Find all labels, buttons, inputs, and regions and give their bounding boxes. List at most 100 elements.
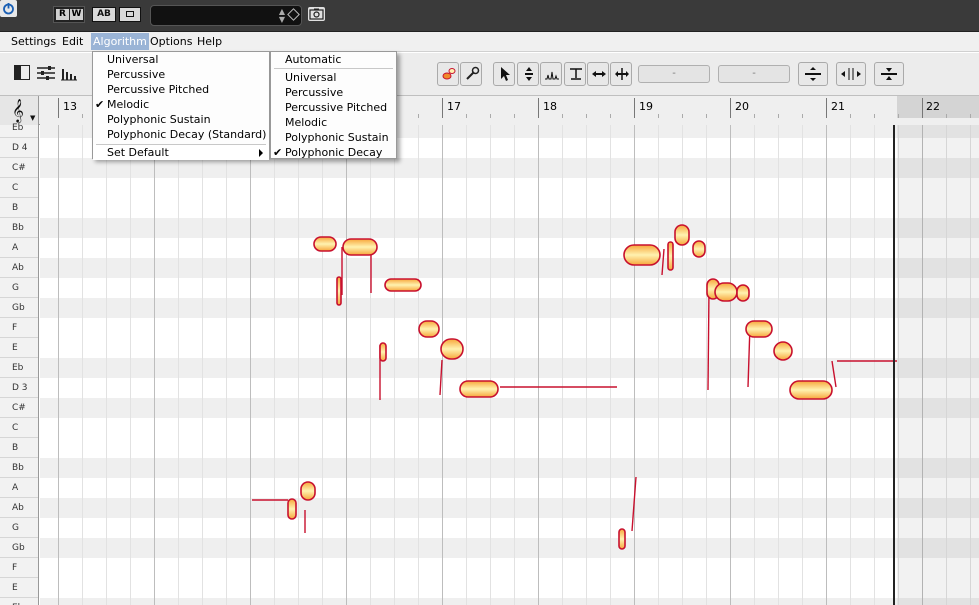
pitch-key-label: Eb <box>0 358 38 378</box>
menu-options[interactable]: Options <box>150 35 192 48</box>
note-blob[interactable] <box>459 380 499 398</box>
note-editor-grid[interactable] <box>40 118 979 605</box>
ruler-bar-tick <box>730 98 731 120</box>
note-blob[interactable] <box>667 241 674 271</box>
pitch-move-tool-button[interactable] <box>517 62 539 86</box>
note-blob[interactable] <box>300 481 316 501</box>
algo-item-polyphonic-decay-standard[interactable]: Polyphonic Decay (Standard) <box>93 127 269 142</box>
pitch-key-label: D 4 <box>0 138 38 158</box>
bar-number: 19 <box>639 100 653 113</box>
menu-edit[interactable]: Edit <box>62 35 83 48</box>
pointer-tool-button[interactable] <box>493 62 515 86</box>
note-blob[interactable] <box>674 224 690 246</box>
pitch-key-label: A <box>0 478 38 498</box>
default-item-polyphonic-sustain[interactable]: Polyphonic Sustain <box>271 130 396 145</box>
note-blob[interactable] <box>342 238 378 256</box>
note-blob[interactable] <box>773 341 793 361</box>
waveform-icon <box>545 71 559 80</box>
quantize-macro-button[interactable] <box>874 62 904 86</box>
bar-number: 13 <box>63 100 77 113</box>
default-item-percussive[interactable]: Percussive <box>271 85 396 100</box>
compare-ab-button[interactable]: AB <box>92 7 116 22</box>
submenu-arrow-icon <box>259 149 263 157</box>
pitch-key-label: Ab <box>0 258 38 278</box>
default-item-polyphonic-decay[interactable]: ✔ Polyphonic Decay <box>271 145 396 160</box>
note-blob[interactable] <box>714 282 738 302</box>
transport-position-field[interactable]: ▲ ▼ <box>150 5 302 26</box>
macro-field-2[interactable]: - <box>718 65 790 83</box>
note-blob[interactable] <box>336 276 342 306</box>
bar-number: 17 <box>447 100 461 113</box>
formant-tool-button[interactable] <box>564 62 586 86</box>
ruler-bar-tick <box>826 98 827 120</box>
pitch-key-label: Bb <box>0 458 38 478</box>
check-icon: ✔ <box>95 98 105 111</box>
note-blob[interactable] <box>440 338 464 360</box>
algo-item-percussive[interactable]: Percussive <box>93 67 269 82</box>
menu-algorithm[interactable]: Algorithm <box>91 33 149 50</box>
default-item-universal[interactable]: Universal <box>271 70 396 85</box>
ruler-bar-tick <box>922 98 923 120</box>
power-button[interactable] <box>0 0 17 17</box>
note-blob[interactable] <box>745 320 773 338</box>
note-blob[interactable] <box>313 236 337 252</box>
playhead-cursor[interactable] <box>893 125 895 605</box>
note-blob[interactable] <box>418 320 440 338</box>
write-button[interactable]: W <box>70 9 83 20</box>
pitch-key-label: B <box>0 438 38 458</box>
ruler-bar-tick <box>634 98 635 120</box>
pitch-curve <box>707 288 710 391</box>
default-item-percussive-pitched[interactable]: Percussive Pitched <box>271 100 396 115</box>
menu-help[interactable]: Help <box>197 35 222 48</box>
separation-tool-button[interactable] <box>610 62 632 86</box>
time-tool-button[interactable] <box>587 62 609 86</box>
note-blob[interactable] <box>623 244 661 266</box>
pitch-key-label: Eb <box>0 598 38 605</box>
title-bar: R W AB ▲ ▼ <box>0 0 979 32</box>
pitch-key-label: F <box>0 318 38 338</box>
pitch-key-label: Ab <box>0 498 38 518</box>
layout-toggle-icon[interactable] <box>14 65 30 80</box>
default-item-automatic[interactable]: Automatic <box>271 52 396 67</box>
blob-tool-icon <box>442 68 456 80</box>
algo-item-melodic[interactable]: ✔ Melodic <box>93 97 269 112</box>
note-blob[interactable] <box>287 498 297 520</box>
note-blobs[interactable] <box>40 125 979 605</box>
pitch-tool-button[interactable] <box>437 62 459 86</box>
menu-settings[interactable]: Settings <box>11 35 56 48</box>
pitch-key-label: A <box>0 238 38 258</box>
pitch-curve <box>831 360 837 388</box>
note-blob[interactable] <box>384 278 422 292</box>
note-blob[interactable] <box>379 342 387 362</box>
set-default-submenu: Automatic Universal Percussive Percussiv… <box>270 51 397 159</box>
diamond-icon[interactable] <box>287 8 300 21</box>
pitch-key-label: E <box>0 338 38 358</box>
pitch-ruler[interactable]: EbD 4C#CBBbAAbGGbFEEbD 3C#CBBbAAbGGbFEEb <box>0 123 39 605</box>
note-blob[interactable] <box>789 380 833 400</box>
macro-field-1[interactable]: - <box>638 65 710 83</box>
read-button[interactable]: R <box>56 9 69 20</box>
algo-item-universal[interactable]: Universal <box>93 52 269 67</box>
algo-item-percussive-pitched[interactable]: Percussive Pitched <box>93 82 269 97</box>
snapshot-button[interactable] <box>308 7 325 21</box>
ruler-bar-tick <box>538 98 539 120</box>
pitch-key-label: Eb <box>0 118 38 138</box>
note-blob[interactable] <box>736 284 750 302</box>
note-blob[interactable] <box>692 240 706 258</box>
view-toggle-button[interactable] <box>119 7 141 22</box>
pitch-key-label: C <box>0 178 38 198</box>
default-item-melodic[interactable]: Melodic <box>271 115 396 130</box>
camera-icon <box>309 8 324 20</box>
pitch-key-label: G <box>0 518 38 538</box>
pitch-macro-button[interactable] <box>798 62 828 86</box>
amplitude-tool-button[interactable] <box>540 62 562 86</box>
algo-item-set-default[interactable]: Set Default <box>93 145 269 160</box>
mixer-sliders-icon[interactable] <box>36 65 56 81</box>
level-bars-icon[interactable] <box>60 65 78 81</box>
updown-arrows-icon[interactable]: ▲ ▼ <box>279 8 285 24</box>
pitch-curve <box>661 248 665 276</box>
time-macro-button[interactable] <box>836 62 866 86</box>
settings-tool-button[interactable] <box>460 62 482 86</box>
algo-item-polyphonic-sustain[interactable]: Polyphonic Sustain <box>93 112 269 127</box>
note-blob[interactable] <box>618 528 626 550</box>
